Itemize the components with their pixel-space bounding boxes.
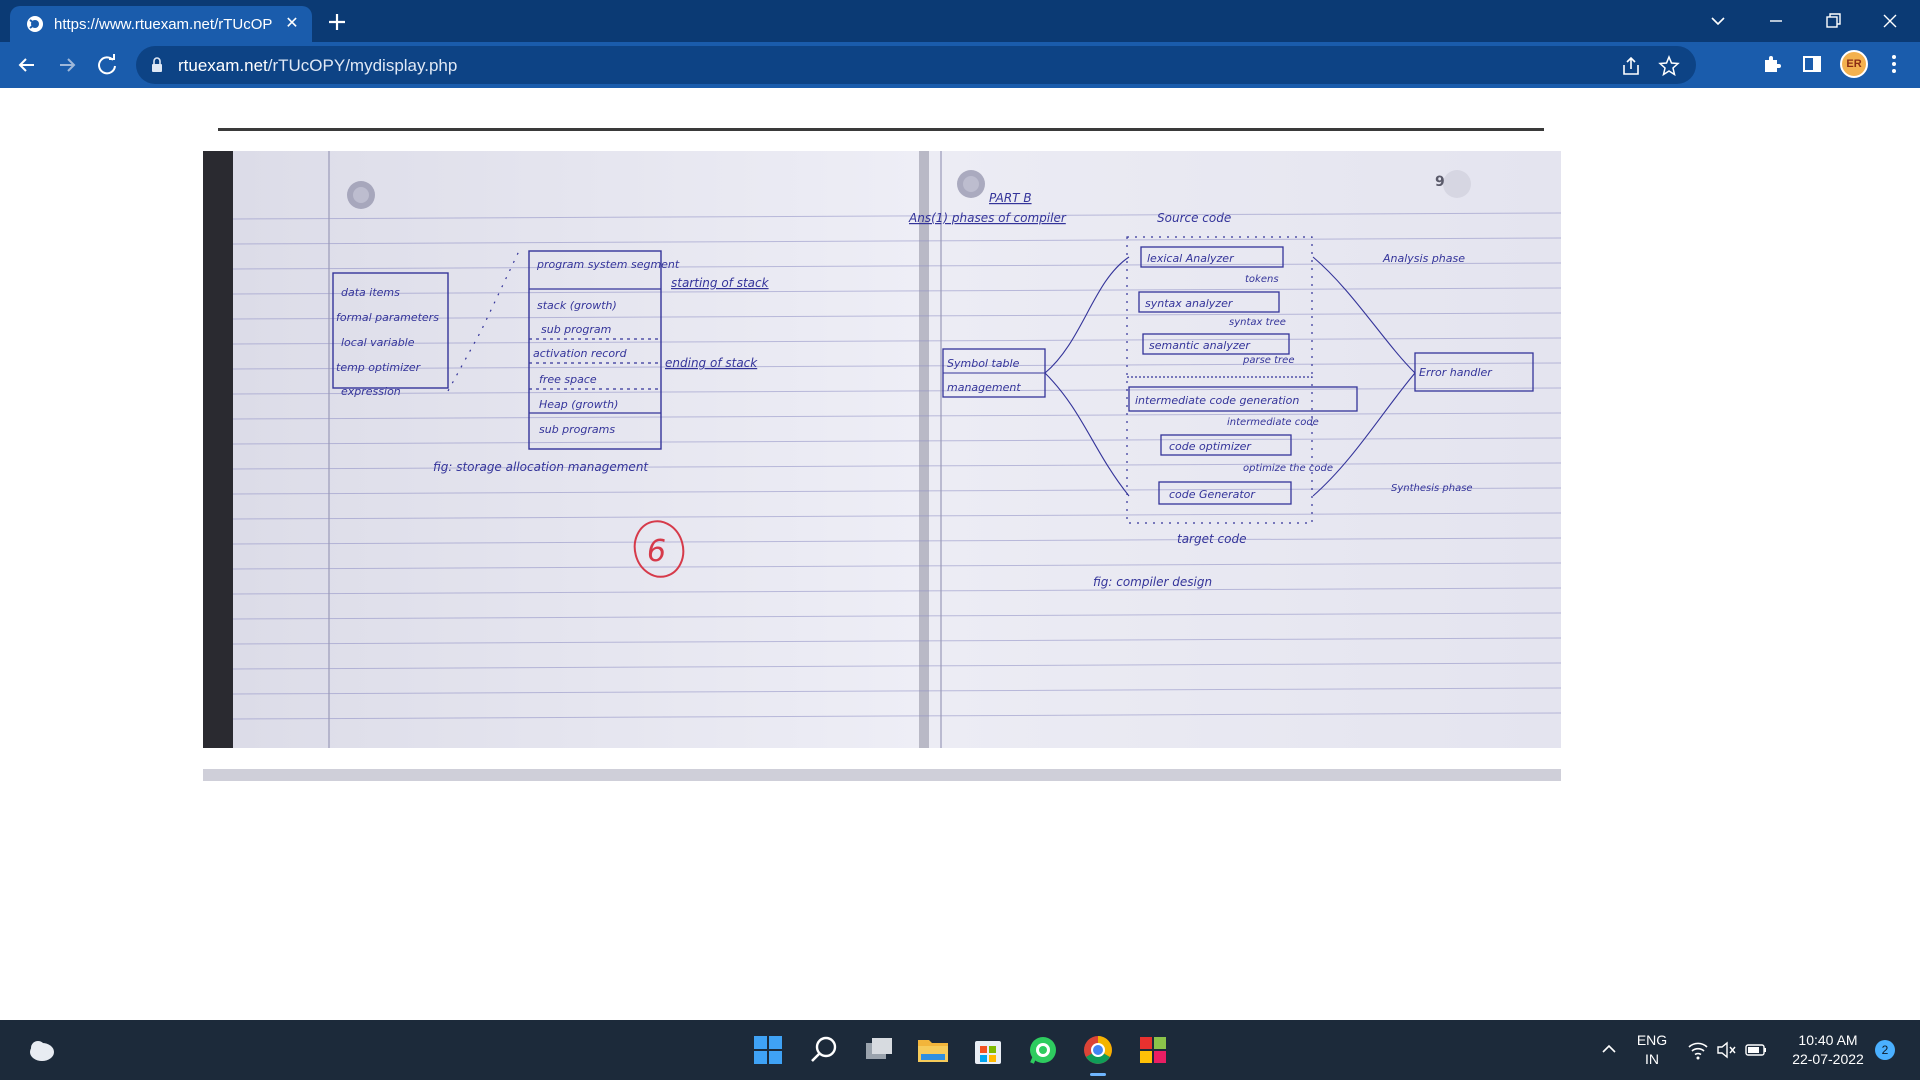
- intermediate-code-label: intermediate code generation: [1135, 394, 1299, 407]
- ending-of-stack-label: ending of stack: [665, 356, 758, 370]
- target-code-label: target code: [1177, 532, 1246, 546]
- sidepanel-icon[interactable]: [1800, 52, 1824, 76]
- notification-badge[interactable]: 2: [1875, 1040, 1895, 1060]
- menu-icon[interactable]: [1882, 52, 1906, 76]
- symbol-table-label: Symbol table: [947, 357, 1020, 370]
- part-heading: PART B: [989, 191, 1032, 205]
- flow-label-intermediate-code: intermediate code: [1227, 417, 1319, 428]
- stack-box-label-6: Heap (growth): [539, 398, 618, 411]
- plus-icon[interactable]: [324, 9, 350, 35]
- scanned-answer-sheet: data items formal parameters local varia…: [203, 151, 1561, 748]
- clock-date[interactable]: 22-07-2022: [1780, 1051, 1876, 1067]
- active-app-indicator: [1090, 1073, 1106, 1076]
- left-box-label-2: formal parameters: [336, 311, 439, 324]
- browser-toolbar: rtuexam.net/rTUcOPY/mydisplay.php ER: [0, 42, 1920, 88]
- marks-awarded: 6: [647, 534, 666, 569]
- clock-time[interactable]: 10:40 AM: [1780, 1032, 1876, 1048]
- language-indicator[interactable]: ENG: [1628, 1032, 1676, 1048]
- stack-box-label-7: sub programs: [539, 423, 615, 436]
- address-bar[interactable]: rtuexam.net/rTUcOPY/mydisplay.php: [136, 46, 1696, 84]
- left-box-label-1: data items: [341, 286, 400, 299]
- battery-icon[interactable]: [1744, 1038, 1768, 1062]
- tab-close-button[interactable]: ✕: [282, 14, 302, 34]
- browser-tab[interactable]: https://www.rtuexam.net/rTUcOP ✕: [10, 6, 312, 42]
- volume-icon[interactable]: [1714, 1038, 1738, 1062]
- watermark-logo: [1443, 170, 1471, 198]
- wifi-icon[interactable]: [1686, 1038, 1710, 1062]
- right-figure-caption: fig: compiler design: [1093, 575, 1212, 589]
- weather-icon[interactable]: [22, 1030, 62, 1070]
- url-path: /rTUcOPY/mydisplay.php: [267, 56, 458, 75]
- chevron-down-icon[interactable]: [1700, 6, 1736, 36]
- forward-icon[interactable]: [52, 50, 82, 80]
- horizontal-rule: [218, 128, 1544, 131]
- answer-heading: Ans(1) phases of compiler: [908, 211, 1067, 225]
- taskbar: ENG IN 10:40 AM 22-07-2022 2: [0, 1020, 1920, 1080]
- globe-icon: [27, 16, 43, 32]
- flow-label-parse-tree: parse tree: [1242, 355, 1294, 366]
- left-box-label-5: expression: [341, 385, 401, 398]
- search-icon[interactable]: [804, 1030, 844, 1070]
- semantic-analyzer-label: semantic analyzer: [1149, 339, 1251, 352]
- share-icon[interactable]: [1620, 55, 1642, 77]
- stack-box-label-3: sub program: [541, 323, 611, 336]
- symbol-management-label: management: [947, 381, 1021, 394]
- close-icon[interactable]: [1872, 6, 1908, 36]
- stack-box-label-2: stack (growth): [537, 299, 617, 312]
- starting-of-stack-label: starting of stack: [671, 276, 770, 290]
- error-handler-label: Error handler: [1419, 366, 1493, 379]
- page-number: 9: [1435, 174, 1445, 190]
- university-logo-right: [957, 170, 985, 198]
- flow-label-tokens: tokens: [1245, 274, 1279, 285]
- start-icon[interactable]: [748, 1030, 788, 1070]
- title-bar: https://www.rtuexam.net/rTUcOP ✕: [0, 0, 1920, 42]
- tab-title: https://www.rtuexam.net/rTUcOP: [54, 16, 273, 33]
- left-box-label-3: local variable: [341, 336, 415, 349]
- avatar[interactable]: ER: [1840, 50, 1868, 78]
- whatsapp-icon[interactable]: [1023, 1030, 1063, 1070]
- page-content: data items formal parameters local varia…: [0, 88, 1920, 1020]
- back-icon[interactable]: [12, 50, 42, 80]
- reload-icon[interactable]: [92, 50, 122, 80]
- explorer-icon[interactable]: [913, 1030, 953, 1070]
- analysis-phase-label: Analysis phase: [1382, 252, 1465, 265]
- restore-icon[interactable]: [1815, 6, 1851, 36]
- region-indicator[interactable]: IN: [1628, 1051, 1676, 1067]
- syntax-analyzer-label: syntax analyzer: [1145, 297, 1234, 310]
- next-sheet-preview: [203, 769, 1561, 781]
- store-icon[interactable]: [968, 1030, 1008, 1070]
- lock-icon[interactable]: [150, 56, 164, 74]
- university-logo-left: [347, 181, 375, 209]
- flow-label-optimize: optimize the code: [1243, 463, 1333, 474]
- chevron-up-icon[interactable]: [1598, 1038, 1620, 1060]
- lexical-analyzer-label: lexical Analyzer: [1147, 252, 1235, 265]
- star-icon[interactable]: [1658, 55, 1680, 77]
- left-figure-caption: fig: storage allocation management: [433, 460, 649, 474]
- code-optimizer-label: code optimizer: [1169, 440, 1252, 453]
- app-icon[interactable]: [1133, 1030, 1173, 1070]
- synthesis-phase-label: Synthesis phase: [1391, 483, 1473, 494]
- stack-box-label-5: free space: [539, 373, 597, 386]
- chrome-icon[interactable]: [1078, 1030, 1118, 1070]
- left-box-label-4: temp optimizer: [336, 361, 422, 374]
- minimize-icon[interactable]: [1758, 6, 1794, 36]
- address-url[interactable]: rtuexam.net/rTUcOPY/mydisplay.php: [178, 56, 457, 76]
- puzzle-icon[interactable]: [1760, 52, 1784, 76]
- url-host: rtuexam.net: [178, 56, 268, 75]
- flow-label-syntax-tree: syntax tree: [1229, 317, 1286, 328]
- stack-box-label-1: program system segment: [536, 258, 680, 271]
- code-generator-label: code Generator: [1169, 488, 1256, 501]
- source-code-label: Source code: [1157, 211, 1231, 225]
- page-edge-shadow: [203, 151, 233, 748]
- stack-box-label-4: activation record: [533, 347, 628, 360]
- taskview-icon[interactable]: [858, 1030, 898, 1070]
